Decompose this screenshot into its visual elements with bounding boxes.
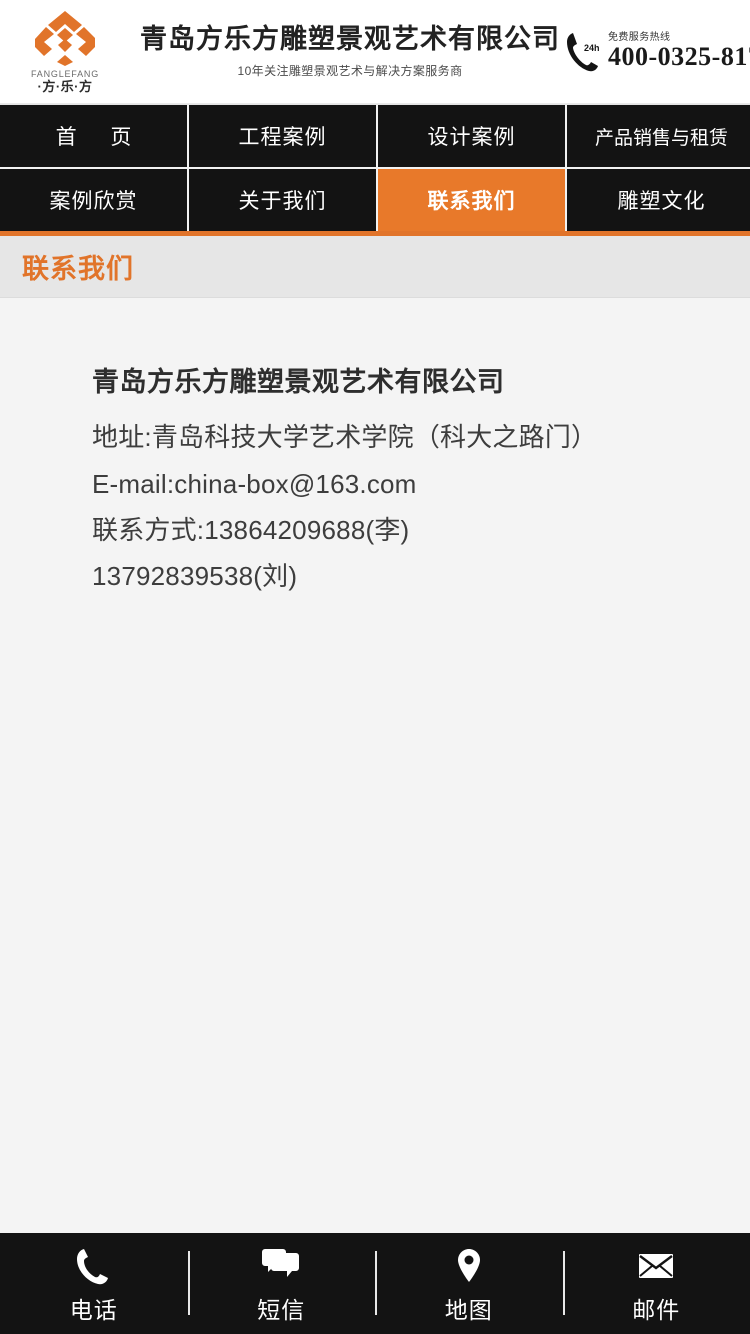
hotline-block[interactable]: 24h 免费服务热线 400-0325-817: [564, 0, 750, 104]
bottom-item-sms[interactable]: 短信: [187, 1233, 376, 1334]
contact-company-name: 青岛方乐方雕塑景观艺术有限公司: [92, 367, 505, 397]
contact-phone-2: 13792839538(刘): [92, 561, 298, 592]
page-title-band: 联系我们: [0, 236, 750, 298]
contact-content: 青岛方乐方雕塑景观艺术有限公司 地址:青岛科技大学艺术学院（科大之路门） E-m…: [0, 298, 750, 600]
bottom-label-map: 地图: [444, 1296, 493, 1323]
bottom-label-mail: 邮件: [632, 1296, 681, 1323]
bottom-action-bar: 电话 短信 地图 邮件: [0, 1233, 750, 1334]
bottom-item-mail[interactable]: 邮件: [562, 1233, 750, 1334]
phone-icon: [76, 1248, 108, 1284]
nav-item-contact-us[interactable]: 联系我们: [378, 169, 565, 231]
nav-item-design-cases[interactable]: 设计案例: [378, 105, 565, 167]
main-nav: 首 页 工程案例 设计案例 产品销售与租赁 案例欣赏 关于我们 联系我们 雕塑文…: [0, 104, 750, 231]
bottom-label-sms: 短信: [257, 1296, 306, 1323]
sms-bubble-icon: [262, 1248, 300, 1277]
company-name: 青岛方乐方雕塑景观艺术有限公司: [140, 24, 560, 55]
nav-item-sculpture-culture[interactable]: 雕塑文化: [567, 169, 750, 231]
svg-text:24h: 24h: [584, 43, 600, 53]
logo-chinese-text: ·方·乐·方: [37, 78, 93, 94]
contact-phone-1: 联系方式:13864209688(李): [92, 514, 410, 545]
page-root: FANGLEFANG ·方·乐·方 青岛方乐方雕塑景观艺术有限公司 10年关注雕…: [0, 0, 750, 1334]
nav-item-case-gallery[interactable]: 案例欣赏: [0, 169, 187, 231]
bottom-item-phone[interactable]: 电话: [0, 1233, 188, 1334]
phone-handset-24h-icon: 24h: [567, 32, 600, 71]
page-title: 联系我们: [22, 254, 134, 284]
company-tagline: 10年关注雕塑景观艺术与解决方案服务商: [237, 63, 463, 78]
contact-email: E-mail:china-box@163.com: [92, 468, 417, 499]
fanglefang-diamond-logo-icon: [35, 10, 95, 66]
hotline-texts: 免费服务热线 400-0325-817: [608, 33, 750, 70]
map-pin-icon: [457, 1248, 480, 1282]
nav-item-sales-rental[interactable]: 产品销售与租赁: [567, 105, 750, 167]
bottom-label-phone: 电话: [69, 1296, 118, 1323]
contact-address: 地址:青岛科技大学艺术学院（科大之路门）: [92, 422, 598, 453]
site-logo[interactable]: FANGLEFANG ·方·乐·方: [0, 0, 130, 104]
bottom-item-map[interactable]: 地图: [375, 1233, 563, 1334]
envelope-icon: [639, 1253, 674, 1278]
site-header: FANGLEFANG ·方·乐·方 青岛方乐方雕塑景观艺术有限公司 10年关注雕…: [0, 0, 750, 104]
hotline-number: 400-0325-817: [608, 42, 750, 71]
nav-item-home[interactable]: 首 页: [0, 105, 187, 167]
nav-item-project-cases[interactable]: 工程案例: [189, 105, 376, 167]
header-title-block: 青岛方乐方雕塑景观艺术有限公司 10年关注雕塑景观艺术与解决方案服务商: [130, 24, 564, 78]
nav-item-about-us[interactable]: 关于我们: [189, 169, 376, 231]
logo-latin-text: FANGLEFANG: [30, 68, 100, 79]
